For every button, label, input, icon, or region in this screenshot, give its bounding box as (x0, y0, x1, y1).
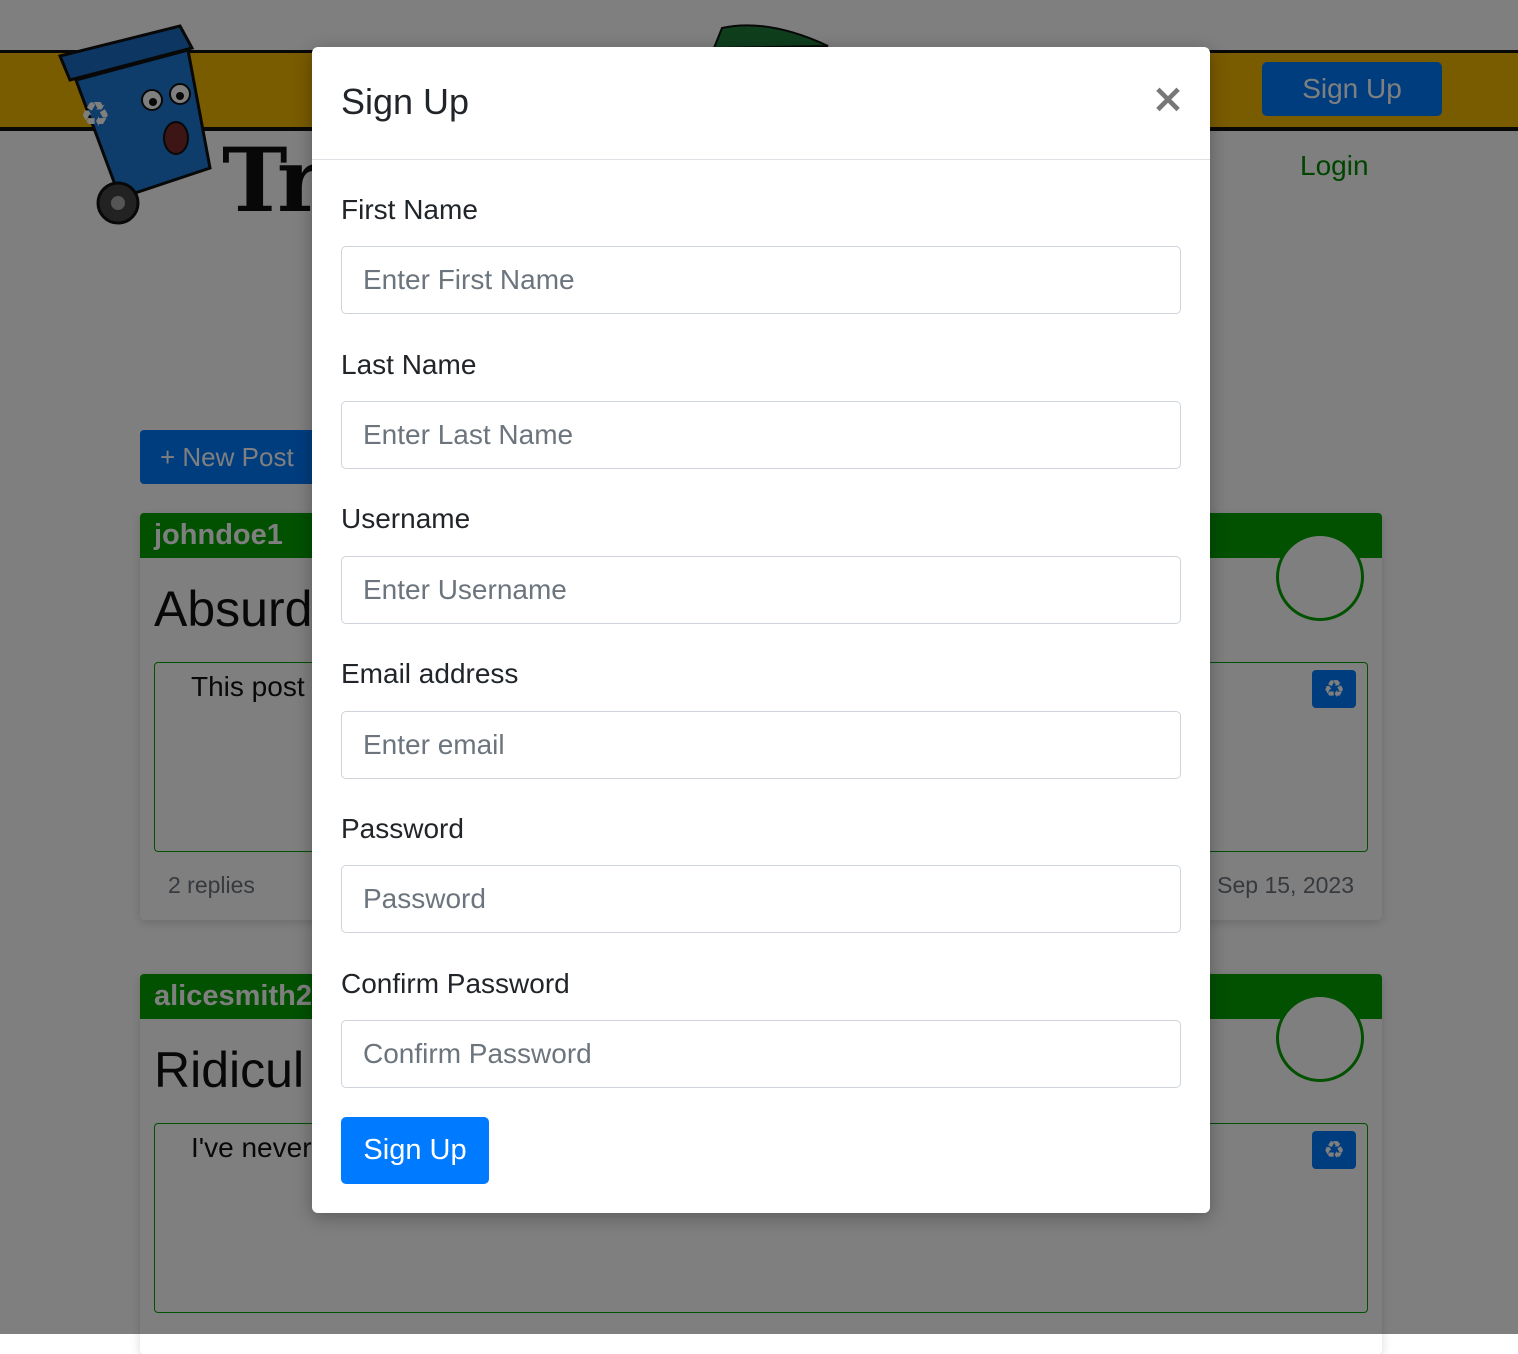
modal-header: Sign Up × (312, 47, 1210, 160)
close-icon[interactable]: × (1148, 77, 1188, 121)
username-input[interactable] (341, 556, 1181, 624)
email-input[interactable] (341, 711, 1181, 779)
modal-title: Sign Up (341, 81, 470, 122)
username-label: Username (341, 503, 471, 534)
confirm-password-input[interactable] (341, 1020, 1181, 1088)
first-name-label: First Name (341, 194, 478, 225)
password-label: Password (341, 813, 464, 844)
confirm-password-label: Confirm Password (341, 968, 570, 999)
last-name-input[interactable] (341, 401, 1181, 469)
email-label: Email address (341, 658, 519, 689)
password-input[interactable] (341, 865, 1181, 933)
first-name-input[interactable] (341, 246, 1181, 314)
signup-modal: Sign Up × First Name Last Name Username … (312, 47, 1210, 1213)
signup-submit-button[interactable]: Sign Up (341, 1117, 489, 1184)
last-name-label: Last Name (341, 349, 477, 380)
